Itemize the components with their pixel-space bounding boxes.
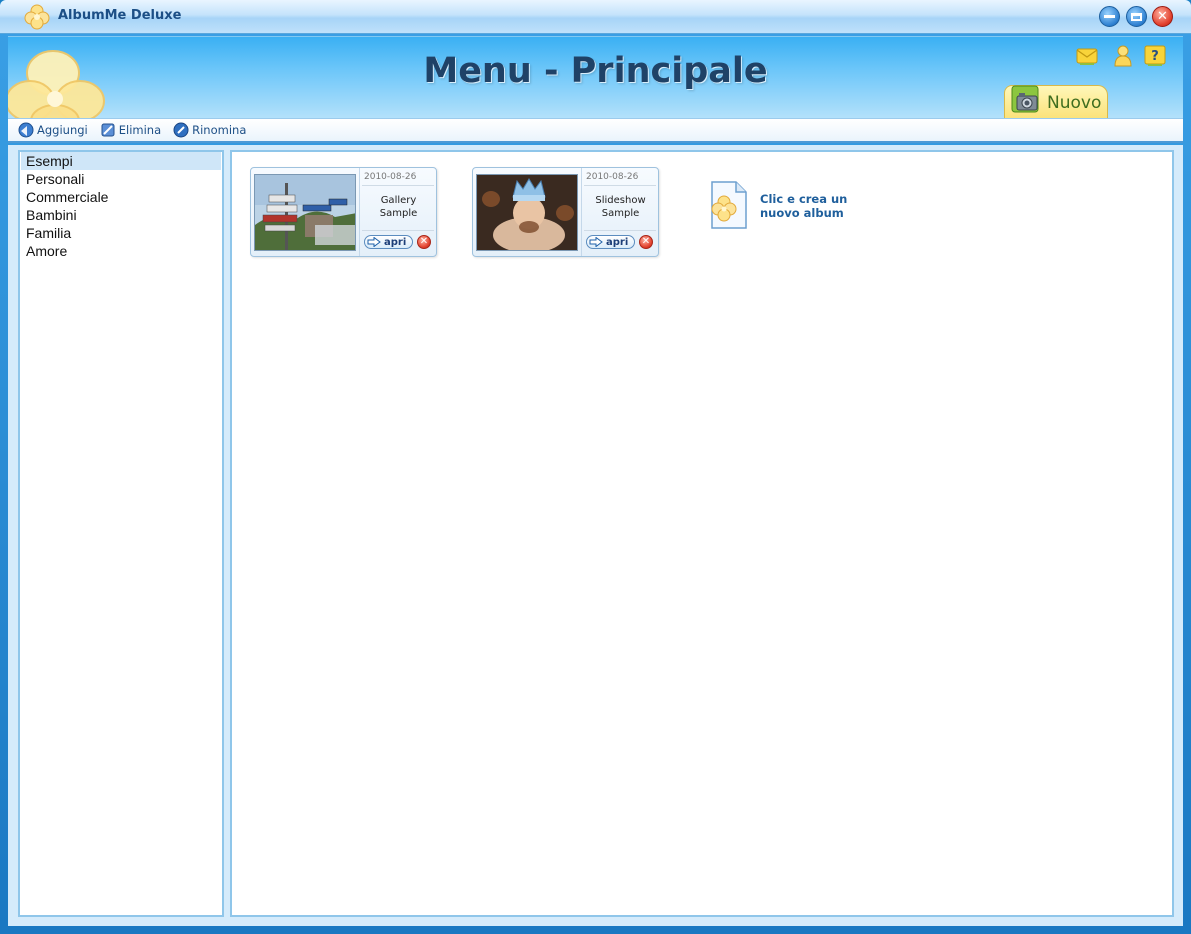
help-icon[interactable]: ? [1142,43,1168,69]
new-album-line2: nuovo album [760,206,844,220]
delete-button[interactable]: Elimina [100,122,161,138]
album-thumbnail-street-signs[interactable] [254,174,356,251]
category-item-personali[interactable]: Personali [21,170,221,188]
category-item-familia[interactable]: Familia [21,224,221,242]
camera-icon [1011,85,1039,113]
arrow-right-icon [367,237,381,247]
add-button[interactable]: Aggiungi [18,122,88,138]
divider [584,185,656,186]
album-date: 2010-08-26 [586,172,639,182]
album-name-line1: Gallery [380,195,417,206]
maximize-button[interactable] [1126,6,1147,27]
svg-text:?: ? [1151,49,1159,64]
close-button[interactable]: ✕ [1152,6,1173,27]
maximize-icon [1131,12,1142,21]
album-name: Slideshow Sample [582,194,659,220]
page-title: Menu - Principale [423,51,768,91]
delete-album-button[interactable]: ✕ [417,235,431,249]
arrow-right-icon [589,237,603,247]
add-icon [18,122,34,138]
app-window: AlbumMe Deluxe ✕ Menu - Principale ? Nuo… [0,0,1191,934]
close-icon: ✕ [641,236,651,247]
category-item-bambini[interactable]: Bambini [21,206,221,224]
divider [362,185,434,186]
header-banner: Menu - Principale ? Nuovo [8,36,1183,121]
close-icon: ✕ [1157,9,1168,24]
new-tab-label: Nuovo [1047,93,1102,113]
open-album-button[interactable]: apri [586,235,635,249]
clover-logo-icon [24,4,50,30]
minimize-icon [1104,15,1115,18]
divider [362,230,434,231]
mail-icon[interactable] [1074,43,1100,69]
album-thumbnail-baby[interactable] [476,174,578,251]
album-info: 2010-08-26 Slideshow Sample apri ✕ [581,168,658,256]
title-bar[interactable]: AlbumMe Deluxe ✕ [0,0,1191,34]
album-date: 2010-08-26 [364,172,417,182]
new-document-icon [711,181,747,229]
album-name-line2: Sample [601,208,640,219]
main-area: Esempi Personali Commerciale Bambini Fam… [8,145,1183,926]
rename-button[interactable]: Rinomina [173,122,246,138]
add-label: Aggiungi [37,123,88,137]
open-label: apri [384,236,407,248]
album-name-line1: Slideshow [595,195,646,206]
delete-icon [101,123,115,137]
category-item-commerciale[interactable]: Commerciale [21,188,221,206]
category-item-esempi[interactable]: Esempi [21,152,221,170]
rename-icon [173,122,189,138]
user-icon[interactable] [1110,43,1136,69]
new-album-text: Clic e crea un nuovo album [760,192,870,220]
album-card-gallery[interactable]: 2010-08-26 Gallery Sample apri ✕ [250,167,437,257]
minimize-button[interactable] [1099,6,1120,27]
close-icon: ✕ [419,236,429,247]
rename-label: Rinomina [192,123,247,137]
divider [584,230,656,231]
delete-album-button[interactable]: ✕ [639,235,653,249]
category-list: Esempi Personali Commerciale Bambini Fam… [18,150,224,917]
delete-label: Elimina [118,123,162,137]
open-album-button[interactable]: apri [364,235,413,249]
create-new-album-link[interactable]: Clic e crea un nuovo album [708,180,858,232]
new-album-line1: Clic e crea un [760,192,848,206]
album-name-line2: Sample [379,208,418,219]
album-name: Gallery Sample [360,194,437,220]
album-card-slideshow[interactable]: 2010-08-26 Slideshow Sample apri ✕ [472,167,659,257]
category-item-amore[interactable]: Amore [21,242,221,260]
open-label: apri [606,236,629,248]
album-info: 2010-08-26 Gallery Sample apri ✕ [359,168,436,256]
album-gallery: 2010-08-26 Gallery Sample apri ✕ 2010-08… [230,150,1174,917]
toolbar: Aggiungi Elimina Rinomina [8,118,1183,143]
new-album-tab[interactable]: Nuovo [1004,85,1108,119]
window-title: AlbumMe Deluxe [58,8,182,23]
